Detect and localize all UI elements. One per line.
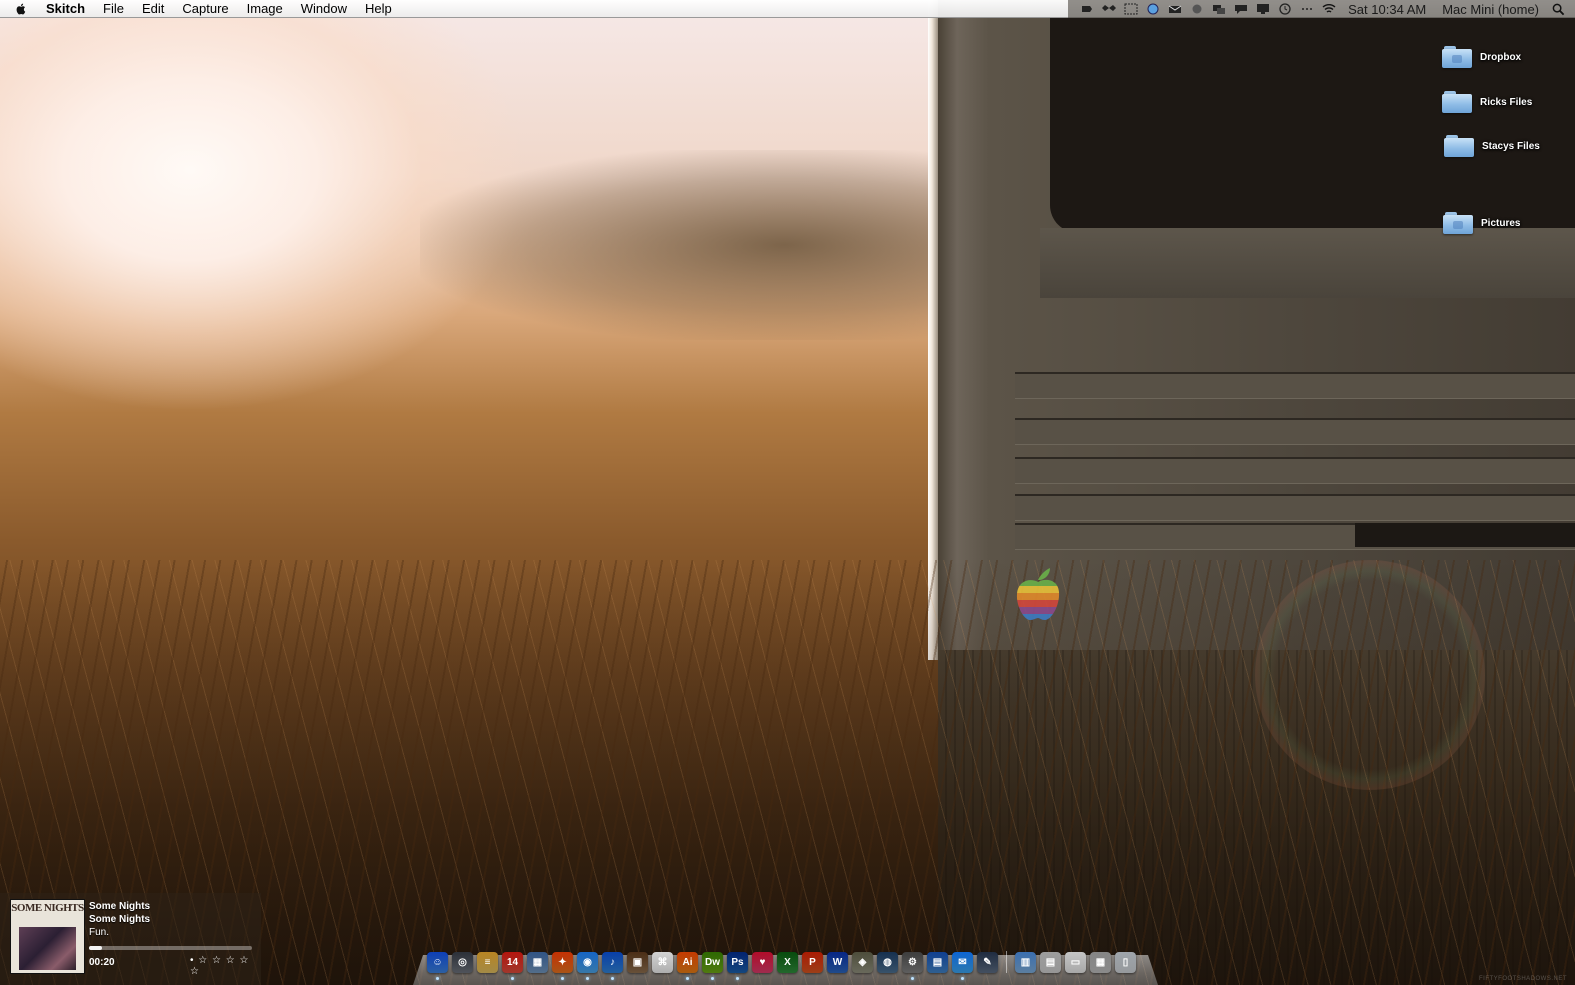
dock-powerpoint-icon[interactable]: P xyxy=(802,952,823,973)
album-art-title: SOME NIGHTS xyxy=(11,902,84,914)
dock-calendar-icon[interactable]: 14 xyxy=(502,952,523,980)
menu-image[interactable]: Image xyxy=(238,0,292,18)
running-indicator xyxy=(911,977,914,980)
dock-downloads-stack-icon[interactable]: ▦ xyxy=(1090,952,1111,973)
running-indicator xyxy=(436,977,439,980)
dock: ☺ ◎ ≡ 14 ▦ ✦ ◉ ♪ ▣ ⌘ Ai Dw Ps ♥ X P W ◈ ◍ ⚙ ▤ ✉ ✎ ▥ ▤ ▭ ▦ ▯ xyxy=(425,947,1138,980)
menu-file[interactable]: File xyxy=(94,0,133,18)
album-art[interactable]: SOME NIGHTS xyxy=(10,899,85,974)
dock-finder-icon[interactable]: ☺ xyxy=(427,952,448,980)
desktop-icon-stacys-files[interactable]: Stacys Files xyxy=(1444,135,1540,157)
menu-capture[interactable]: Capture xyxy=(173,0,237,18)
menu-window[interactable]: Window xyxy=(292,0,356,18)
running-indicator xyxy=(736,977,739,980)
mail-icon[interactable] xyxy=(1167,2,1183,16)
dock-safari-icon[interactable]: ◉ xyxy=(577,952,598,980)
spotlight-search-icon[interactable] xyxy=(1547,3,1569,16)
dock-archive-utility-icon[interactable]: ◈ xyxy=(852,952,873,973)
running-indicator xyxy=(686,977,689,980)
star-rating[interactable]: • ☆ ☆ ☆ ☆ ☆ xyxy=(190,955,261,977)
globe-icon[interactable] xyxy=(1145,2,1161,16)
dock-itunes-icon[interactable]: ♪ xyxy=(602,952,623,980)
dock-word-icon[interactable]: W xyxy=(827,952,848,973)
monitor-icon[interactable] xyxy=(1255,2,1271,16)
dock-notes-icon[interactable]: ≡ xyxy=(477,952,498,973)
dock-launchpad-icon[interactable]: ◎ xyxy=(452,952,473,973)
menu-extras: Sat 10:34 AM Mac Mini (home) xyxy=(1068,0,1575,18)
dock-network-app-icon[interactable]: ◍ xyxy=(877,952,898,973)
running-indicator xyxy=(611,977,614,980)
desktop-wallpaper xyxy=(0,0,1575,985)
desktop-icon-ricks-files[interactable]: Ricks Files xyxy=(1442,91,1532,113)
wifi-icon[interactable] xyxy=(1321,2,1337,16)
running-indicator xyxy=(711,977,714,980)
chat-icon[interactable] xyxy=(1233,2,1249,16)
wallpaper-haze xyxy=(420,150,940,340)
dock-dreamweaver-icon[interactable]: Dw xyxy=(702,952,723,980)
wallpaper-mac-vent xyxy=(1015,494,1575,521)
dock-remote-desktop-icon[interactable]: ▤ xyxy=(927,952,948,973)
dock-tools-app-icon[interactable]: ✎ xyxy=(977,952,998,973)
folder-icon xyxy=(1442,46,1472,68)
time-machine-icon[interactable] xyxy=(1277,2,1293,16)
apple-menu-icon[interactable] xyxy=(14,1,30,17)
desktop-icon-label: Pictures xyxy=(1481,217,1521,229)
desktop-icon-pictures[interactable]: Pictures xyxy=(1443,212,1520,234)
display-icon[interactable] xyxy=(1211,2,1227,16)
folder-icon xyxy=(1443,212,1473,234)
dock-firefox-icon[interactable]: ✦ xyxy=(552,952,573,980)
track-artist: Fun. xyxy=(89,927,110,938)
wallpaper-mac-vent xyxy=(1015,418,1575,445)
running-indicator xyxy=(511,977,514,980)
screen-capture-icon[interactable] xyxy=(1123,2,1139,16)
running-indicator xyxy=(561,977,564,980)
menu-app-name[interactable]: Skitch xyxy=(42,0,94,18)
running-indicator xyxy=(586,977,589,980)
track-album: Some Nights xyxy=(89,914,151,925)
desktop-icon-label: Stacys Files xyxy=(1482,140,1540,152)
menu-edit[interactable]: Edit xyxy=(133,0,173,18)
wallpaper-mac-bezel xyxy=(1040,228,1575,298)
dock-heart-app-icon[interactable]: ♥ xyxy=(752,952,773,973)
dropbox-like-icon[interactable] xyxy=(1101,2,1117,16)
playback-time: 00:20 xyxy=(89,957,115,968)
record-icon[interactable] xyxy=(1189,2,1205,16)
dock-messages-icon[interactable]: ✉ xyxy=(952,952,973,980)
menu-user-name[interactable]: Mac Mini (home) xyxy=(1434,2,1547,17)
wallpaper-credit: FIFTYFOOTSHADOWS.NET xyxy=(1479,976,1567,982)
folder-icon xyxy=(1444,135,1474,157)
dock-photoshop-icon[interactable]: Ps xyxy=(727,952,748,980)
wallpaper-lens-flare xyxy=(1255,560,1485,790)
album-art-photo xyxy=(19,927,76,970)
dock-photo-app-icon[interactable]: ▣ xyxy=(627,952,648,973)
dock-excel-icon[interactable]: X xyxy=(777,952,798,973)
folder-icon xyxy=(1442,91,1472,113)
rainbow-apple-logo-icon xyxy=(1015,566,1061,622)
desktop-icon-dropbox[interactable]: Dropbox xyxy=(1442,46,1521,68)
menu-help[interactable]: Help xyxy=(356,0,401,18)
bluetooth-icon[interactable] xyxy=(1299,2,1315,16)
now-playing-widget[interactable]: SOME NIGHTS Some Nights Some Nights Fun.… xyxy=(0,893,261,985)
dock-acrobat-icon[interactable]: ⌘ xyxy=(652,952,673,973)
dock-applications-stack-icon[interactable]: ▥ xyxy=(1015,952,1036,973)
wallpaper-floppy-slot xyxy=(1355,523,1575,547)
evernote-icon[interactable] xyxy=(1079,2,1095,16)
dock-preview-icon[interactable]: ▦ xyxy=(527,952,548,973)
menu-clock[interactable]: Sat 10:34 AM xyxy=(1340,2,1434,17)
track-title: Some Nights xyxy=(89,901,151,912)
dock-trash-icon[interactable]: ▯ xyxy=(1115,952,1136,973)
wallpaper-mac-vent xyxy=(1015,457,1575,484)
playback-progress-fill xyxy=(89,946,103,950)
dock-documents-stack-icon[interactable]: ▤ xyxy=(1040,952,1061,973)
desktop-icon-label: Dropbox xyxy=(1480,51,1522,63)
dock-system-preferences-icon[interactable]: ⚙ xyxy=(902,952,923,980)
playback-progress-bar[interactable] xyxy=(89,946,252,950)
dock-screenshots-stack-icon[interactable]: ▭ xyxy=(1065,952,1086,973)
desktop-icon-label: Ricks Files xyxy=(1480,96,1533,108)
running-indicator xyxy=(961,977,964,980)
dock-separator xyxy=(1006,951,1007,973)
wallpaper-mac-vent xyxy=(1015,372,1575,399)
dock-illustrator-icon[interactable]: Ai xyxy=(677,952,698,980)
menu-bar: Skitch File Edit Capture Image Window He… xyxy=(0,0,1575,18)
